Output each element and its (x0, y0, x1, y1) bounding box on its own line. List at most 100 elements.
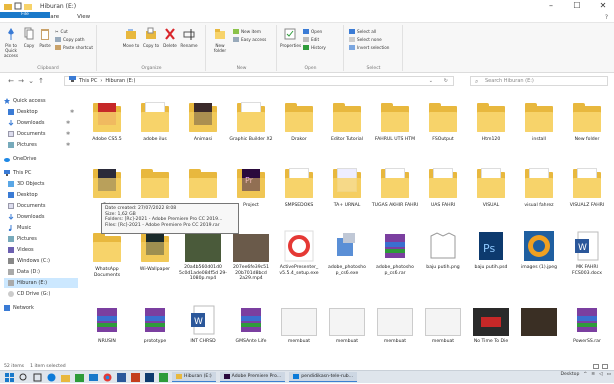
list-item[interactable]: VISUALZ FAHRI (562, 166, 612, 209)
address-dropdown-icon[interactable]: ⌄ (429, 77, 433, 86)
properties-button[interactable]: Properties (280, 27, 301, 48)
nav-documents[interactable]: Documents (8, 201, 46, 211)
delete-button[interactable]: Delete (162, 27, 178, 48)
list-item[interactable]: Htm120 (466, 100, 516, 143)
edit-button[interactable]: Edit (303, 37, 319, 42)
list-item[interactable] (514, 304, 564, 339)
nav-hiburan-e[interactable]: Hiburan (E:) (4, 278, 78, 288)
list-item[interactable] (178, 166, 228, 203)
paste-button[interactable]: Paste (38, 27, 52, 48)
list-item[interactable]: baju putih.png (418, 230, 468, 271)
list-item[interactable]: ActivePresenter_ v5.5.4_setup.exe (274, 230, 324, 276)
search-box[interactable]: ⌕ Search Hiburan (E:) (470, 76, 608, 86)
list-item[interactable]: FAHRUL UTS HTM (370, 100, 420, 143)
list-item[interactable]: Wi-Wallpaper (130, 230, 180, 273)
refresh-icon[interactable]: ↻ (444, 77, 448, 86)
notification-icon[interactable]: ▭ (607, 372, 611, 377)
list-item[interactable]: 207ee6fe39c51 20b701d8bcd 2a29.mp4 (226, 230, 276, 282)
windows-start-icon[interactable] (5, 372, 14, 382)
list-item[interactable]: TUGAS AKHIR FAHRI (370, 166, 420, 209)
maximize-button[interactable]: ☐ (570, 1, 584, 10)
minimize-button[interactable]: – (544, 1, 558, 10)
list-item[interactable]: Graphic Builder X2 (226, 100, 276, 143)
invert-selection-button[interactable]: Invert selection (349, 45, 389, 50)
list-item[interactable]: W MK FAHRI FCS003.docx (562, 230, 612, 276)
breadcrumb-this-pc[interactable]: This PC (79, 77, 97, 86)
taskbar-app-browser[interactable]: pendidikasn-tele-rub... (289, 372, 358, 382)
nav-documents-pinned[interactable]: Documents ✱ (8, 129, 70, 139)
copy-button[interactable]: Copy (22, 27, 36, 48)
list-item[interactable]: adobe ilus (130, 100, 180, 143)
nav-pictures-pinned[interactable]: Pictures ✱ (8, 140, 70, 150)
list-item[interactable]: 20a4b560d01d0 5c0d1ade084f5d 29-1080p.mp… (178, 230, 228, 282)
list-item[interactable]: PowerSS.rar (562, 304, 612, 345)
new-folder-button[interactable]: New folder (211, 27, 229, 53)
select-none-button[interactable]: Select none (349, 37, 382, 42)
pin-quick-access-button[interactable]: Pin to Quick access (2, 27, 20, 58)
list-item[interactable]: Adobe CS5.5 (82, 100, 132, 143)
list-item[interactable]: install (514, 100, 564, 143)
desktop-toolbar-label[interactable]: Desktop (560, 372, 579, 377)
nav-videos[interactable]: Videos (8, 245, 34, 255)
list-item[interactable]: membuat (322, 304, 372, 345)
history-button[interactable]: History (303, 45, 326, 50)
large-icons-view-icon[interactable] (602, 364, 608, 369)
word-icon[interactable] (117, 372, 126, 382)
copy-path-button[interactable]: Copy path (55, 37, 84, 42)
photoshop-icon[interactable] (145, 372, 154, 382)
nav-this-pc[interactable]: This PC (4, 168, 31, 178)
back-arrow-icon[interactable]: ← (6, 77, 16, 85)
store-icon[interactable] (75, 373, 84, 382)
chevron-up-icon[interactable]: ^ (583, 372, 587, 377)
list-item[interactable]: membuat (274, 304, 324, 345)
list-item[interactable]: Drakor (274, 100, 324, 143)
nav-cd-drive-g[interactable]: CD Drive (G:) (8, 289, 50, 299)
list-item[interactable]: UAS FAHRI (418, 166, 468, 209)
rename-button[interactable]: Rename (180, 27, 198, 48)
new-item-button[interactable]: New item (233, 29, 261, 34)
nav-onedrive[interactable]: OneDrive (4, 154, 37, 164)
new-folder-icon[interactable] (24, 2, 32, 10)
help-icon[interactable]: ? (605, 14, 608, 21)
list-item[interactable]: adobe_photosho p_cs6.exe (322, 230, 372, 276)
nav-quick-access[interactable]: Quick access (4, 96, 46, 106)
mail-icon[interactable] (89, 373, 98, 382)
app-icon[interactable] (159, 372, 168, 382)
nav-network[interactable]: Network (4, 303, 34, 313)
address-bar[interactable]: This PC › Hiburan (E:) ⌄ ↻ (64, 76, 454, 86)
list-item[interactable]: prototype (130, 304, 180, 345)
easy-access-button[interactable]: Easy access (233, 37, 266, 42)
nav-music[interactable]: Music (8, 223, 31, 233)
up-arrow-icon[interactable]: ↑ (36, 77, 46, 85)
move-to-button[interactable]: Move to (122, 27, 140, 48)
taskbar-app-premiere[interactable]: Adobe Premiere Pro... (219, 372, 286, 382)
nav-downloads-pinned[interactable]: Downloads ✱ (8, 118, 70, 128)
powerpoint-icon[interactable] (131, 372, 140, 382)
search-icon[interactable] (19, 373, 28, 382)
forward-arrow-icon[interactable]: → (16, 77, 26, 85)
details-view-icon[interactable] (593, 364, 599, 369)
list-item[interactable]: visual fahrez (514, 166, 564, 209)
list-item[interactable]: VISUAL (466, 166, 516, 209)
list-item[interactable]: adobe_photosho p_cs6.rar (370, 230, 420, 276)
nav-downloads[interactable]: Downloads (8, 212, 44, 222)
list-item[interactable]: NRUSIN (82, 304, 132, 345)
list-item[interactable]: W INT CHRSD (178, 304, 228, 345)
list-item[interactable]: Animasi (178, 100, 228, 143)
list-item[interactable]: TA+ URNAL (322, 166, 372, 209)
select-all-button[interactable]: Select all (349, 29, 376, 34)
nav-windows-c[interactable]: Windows (C:) (8, 256, 50, 266)
list-item[interactable]: images (1).jpeg (514, 230, 564, 271)
list-item[interactable]: FSOutput (418, 100, 468, 143)
task-view-icon[interactable] (33, 373, 42, 382)
list-item[interactable]: membuat (370, 304, 420, 345)
open-button[interactable]: Open (303, 29, 322, 34)
list-item[interactable]: WhatsApp Documents (82, 230, 132, 278)
nav-desktop-pinned[interactable]: Desktop ✱ (8, 107, 74, 117)
nav-3d-objects[interactable]: 3D Objects (8, 179, 45, 189)
nav-desktop[interactable]: Desktop (8, 190, 38, 200)
list-item[interactable]: Editor Tutorial (322, 100, 372, 143)
tab-view[interactable]: View (68, 12, 99, 22)
nav-pictures[interactable]: Pictures (8, 234, 37, 244)
close-button[interactable]: ✕ (596, 1, 610, 10)
